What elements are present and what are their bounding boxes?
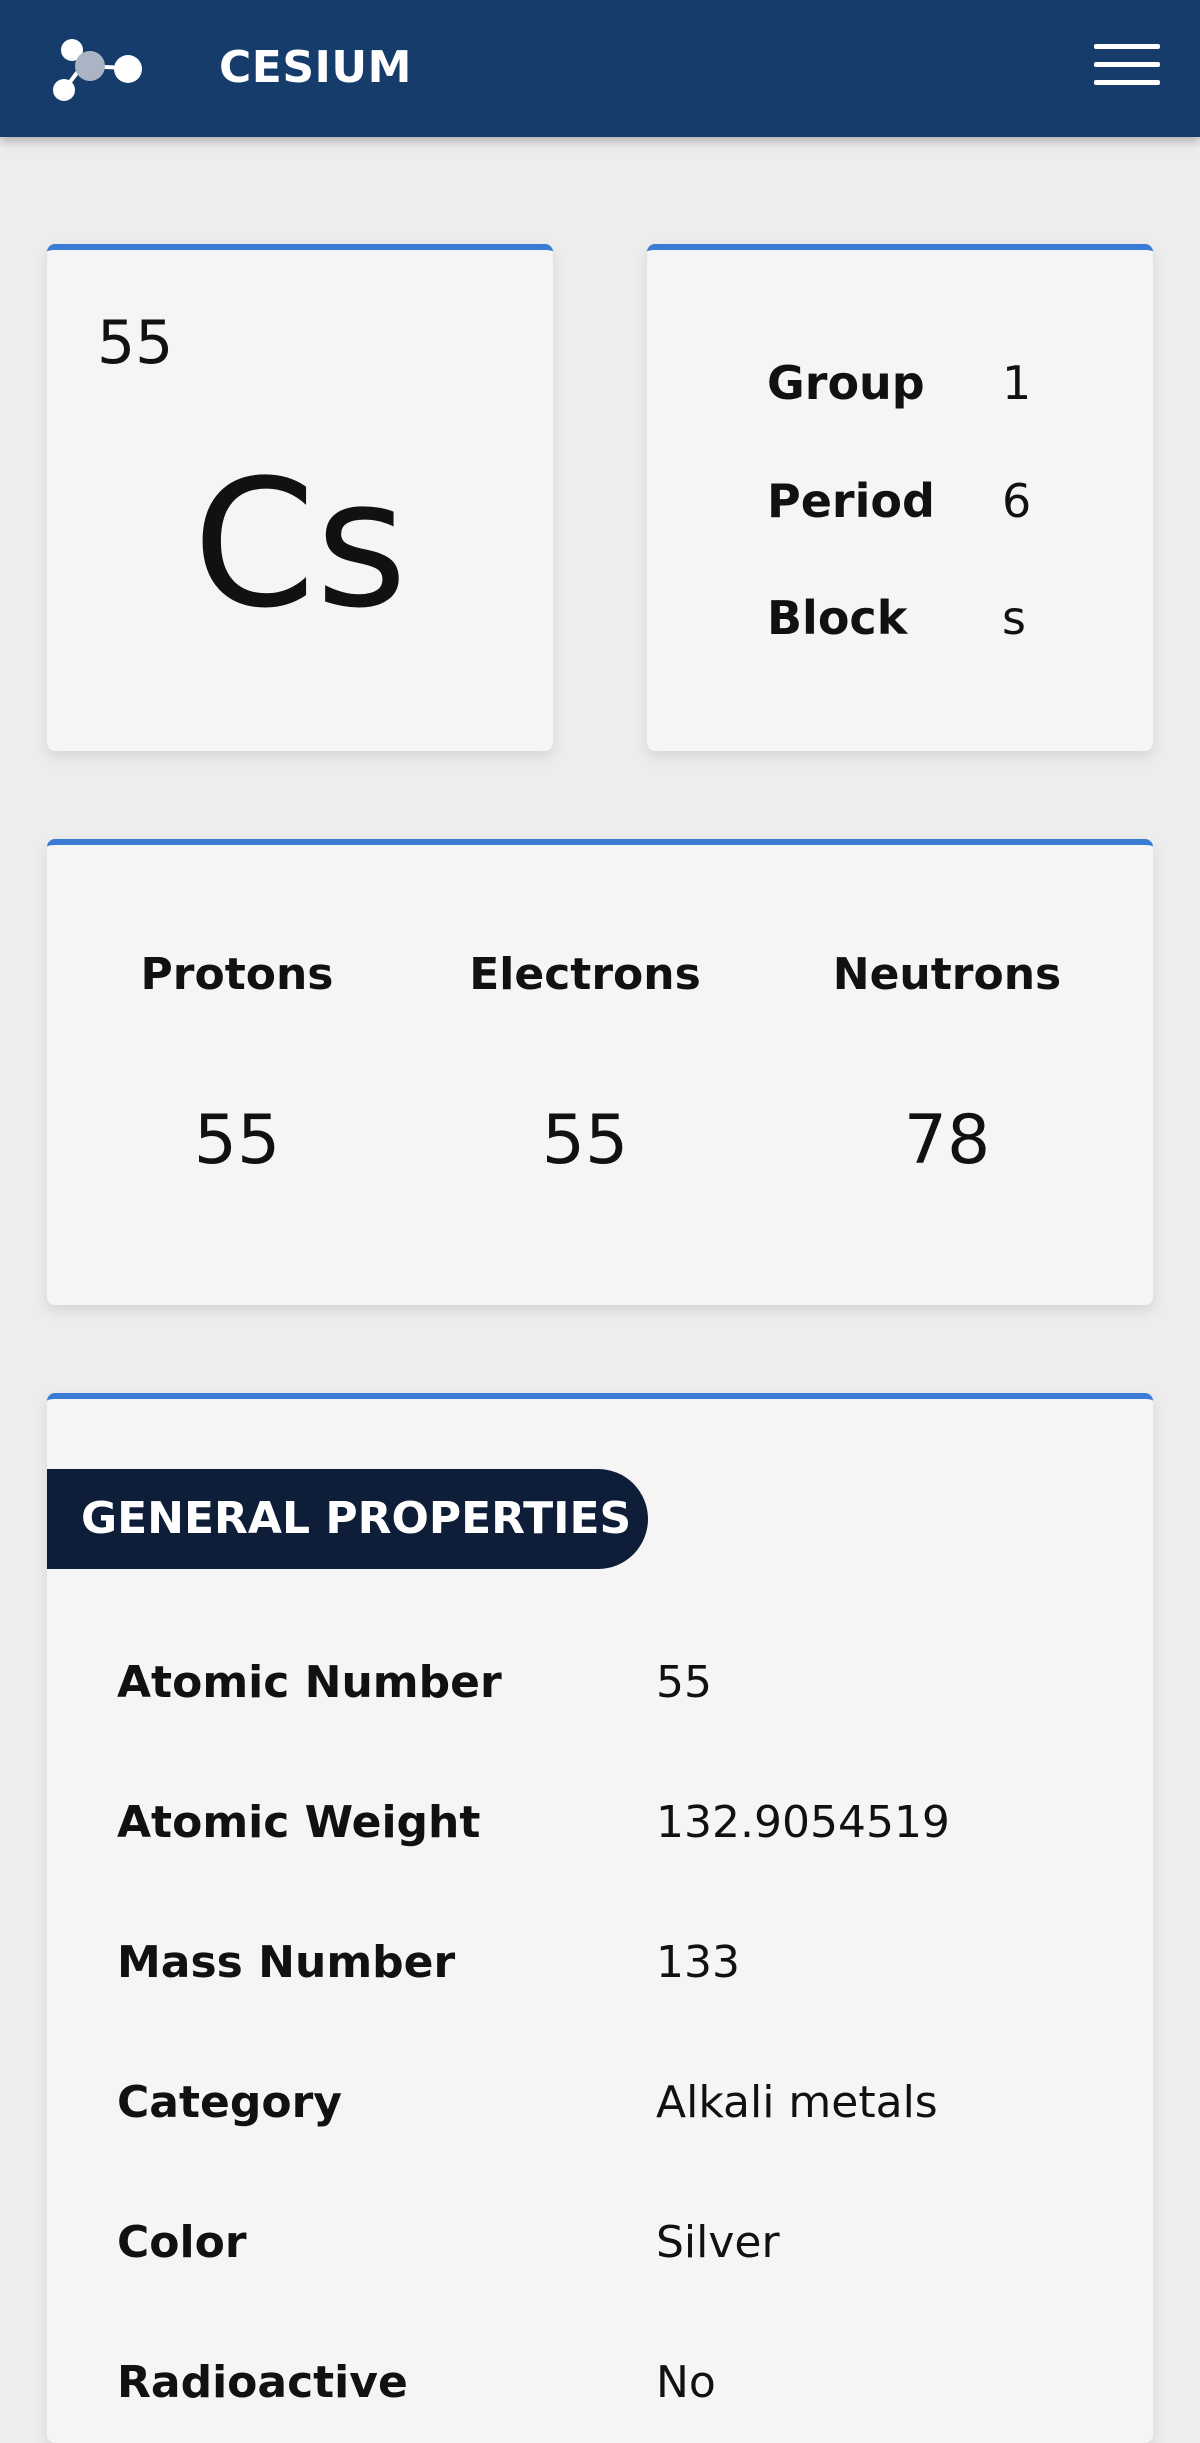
property-row: Atomic Weight 132.9054519	[117, 1793, 1117, 1853]
property-value: Silver	[656, 2217, 780, 2268]
electrons-column: Electrons 55	[445, 945, 725, 1181]
position-row-block: Block s	[767, 588, 1127, 648]
position-row-period: Period 6	[767, 471, 1127, 531]
property-value: 133	[656, 1937, 740, 1988]
position-value: 6	[1002, 474, 1032, 528]
hamburger-menu-icon[interactable]	[1094, 40, 1162, 88]
property-label: Color	[117, 2217, 247, 2268]
property-label: Atomic Weight	[117, 1797, 481, 1848]
subatomic-particles-card: Protons 55 Electrons 55 Neutrons 78	[47, 839, 1153, 1305]
position-label: Block	[767, 591, 908, 645]
property-row: Radioactive No	[117, 2353, 1117, 2413]
property-label: Radioactive	[117, 2357, 408, 2408]
atomic-number: 55	[97, 308, 174, 378]
position-value: s	[1002, 591, 1026, 645]
periodic-position-card: Group 1 Period 6 Block s	[647, 244, 1153, 751]
particle-label: Neutrons	[832, 949, 1062, 1000]
property-value: Alkali metals	[656, 2077, 938, 2128]
section-heading: GENERAL PROPERTIES	[47, 1469, 648, 1569]
property-value: 132.9054519	[656, 1797, 950, 1848]
molecule-logo-icon[interactable]	[50, 38, 150, 104]
particle-label: Electrons	[469, 949, 701, 1000]
particle-value: 55	[541, 1101, 629, 1180]
general-properties-card: GENERAL PROPERTIES Atomic Number 55 Atom…	[47, 1393, 1153, 2443]
property-row: Color Silver	[117, 2213, 1117, 2273]
property-label: Category	[117, 2077, 342, 2128]
position-label: Period	[767, 474, 935, 528]
particle-value: 78	[903, 1101, 991, 1180]
particle-value: 55	[193, 1101, 281, 1180]
property-value: 55	[656, 1657, 712, 1708]
position-row-group: Group 1	[767, 353, 1127, 413]
element-symbol: Cs	[192, 442, 408, 647]
property-value: No	[656, 2357, 716, 2408]
position-value: 1	[1002, 356, 1032, 410]
top-app-bar: CESIUM	[0, 0, 1200, 137]
particle-label: Protons	[140, 949, 334, 1000]
property-row: Category Alkali metals	[117, 2073, 1117, 2133]
protons-column: Protons 55	[107, 945, 367, 1181]
app-title: CESIUM	[219, 42, 412, 93]
property-row: Mass Number 133	[117, 1933, 1117, 1993]
property-label: Mass Number	[117, 1937, 456, 1988]
neutrons-column: Neutrons 78	[807, 945, 1087, 1181]
position-label: Group	[767, 356, 925, 410]
element-symbol-card: 55 Cs	[47, 244, 553, 751]
property-row: Atomic Number 55	[117, 1653, 1117, 1713]
property-label: Atomic Number	[117, 1657, 502, 1708]
